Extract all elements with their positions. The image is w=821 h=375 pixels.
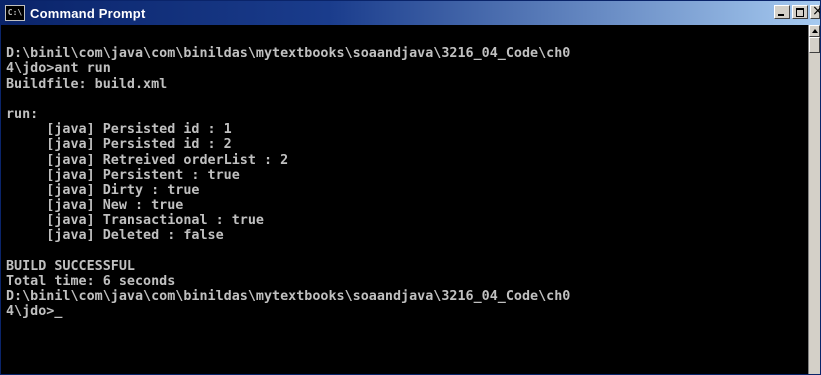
window-controls — [774, 3, 820, 19]
console-line: [java] Transactional : true — [6, 213, 264, 229]
prompt-line[interactable]: 4\jdo>_ — [6, 304, 808, 319]
console-line: D:\binil\com\java\com\binildas\mytextboo… — [6, 289, 571, 305]
title-bar[interactable]: C:\ Command Prompt — [1, 1, 820, 25]
console-line: [java] Persisted id : 2 — [6, 137, 232, 153]
console-line: [java] Retreived orderList : 2 — [6, 152, 289, 168]
scroll-up-arrow-icon[interactable] — [809, 25, 820, 37]
minimize-button[interactable] — [774, 5, 790, 19]
console-line: BUILD SUCCESSFUL — [6, 258, 135, 274]
close-button[interactable] — [810, 3, 820, 19]
text-cursor: _ — [54, 304, 63, 320]
console-line: [java] Dirty : true — [6, 182, 200, 198]
console-line: Buildfile: build.xml — [6, 76, 168, 92]
console-output[interactable]: D:\binil\com\java\com\binildas\mytextboo… — [1, 25, 808, 374]
window-title: Command Prompt — [30, 5, 146, 21]
maximize-button[interactable] — [792, 5, 808, 19]
console-line: D:\binil\com\java\com\binildas\mytextboo… — [6, 46, 571, 62]
console-line: 4\jdo>ant run — [6, 61, 111, 77]
console-line: Total time: 6 seconds — [6, 274, 176, 289]
vertical-scrollbar[interactable] — [808, 25, 820, 374]
console-line: [java] Persisted id : 1 — [6, 122, 232, 138]
console-line: [java] Deleted : false — [6, 228, 224, 244]
command-prompt-window: C:\ Command Prompt D:\binil\com\java\com… — [0, 0, 821, 375]
console-line: [java] New : true — [6, 198, 184, 214]
console-icon[interactable]: C:\ — [5, 5, 25, 21]
console-line: [java] Persistent : true — [6, 167, 240, 183]
prompt-text: 4\jdo> — [6, 304, 55, 320]
scroll-thumb[interactable] — [809, 37, 820, 53]
console-line: run: — [6, 106, 39, 122]
